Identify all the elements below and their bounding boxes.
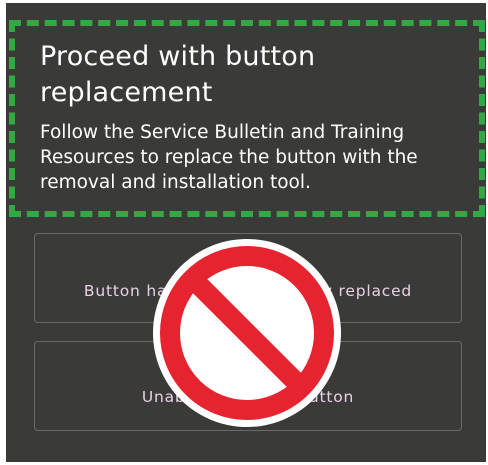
dialog-description: Follow the Service Bulletin and Training… bbox=[40, 122, 418, 193]
dialog-title: Proceed with button replacement bbox=[40, 41, 316, 108]
prohibited-icon bbox=[153, 239, 341, 427]
